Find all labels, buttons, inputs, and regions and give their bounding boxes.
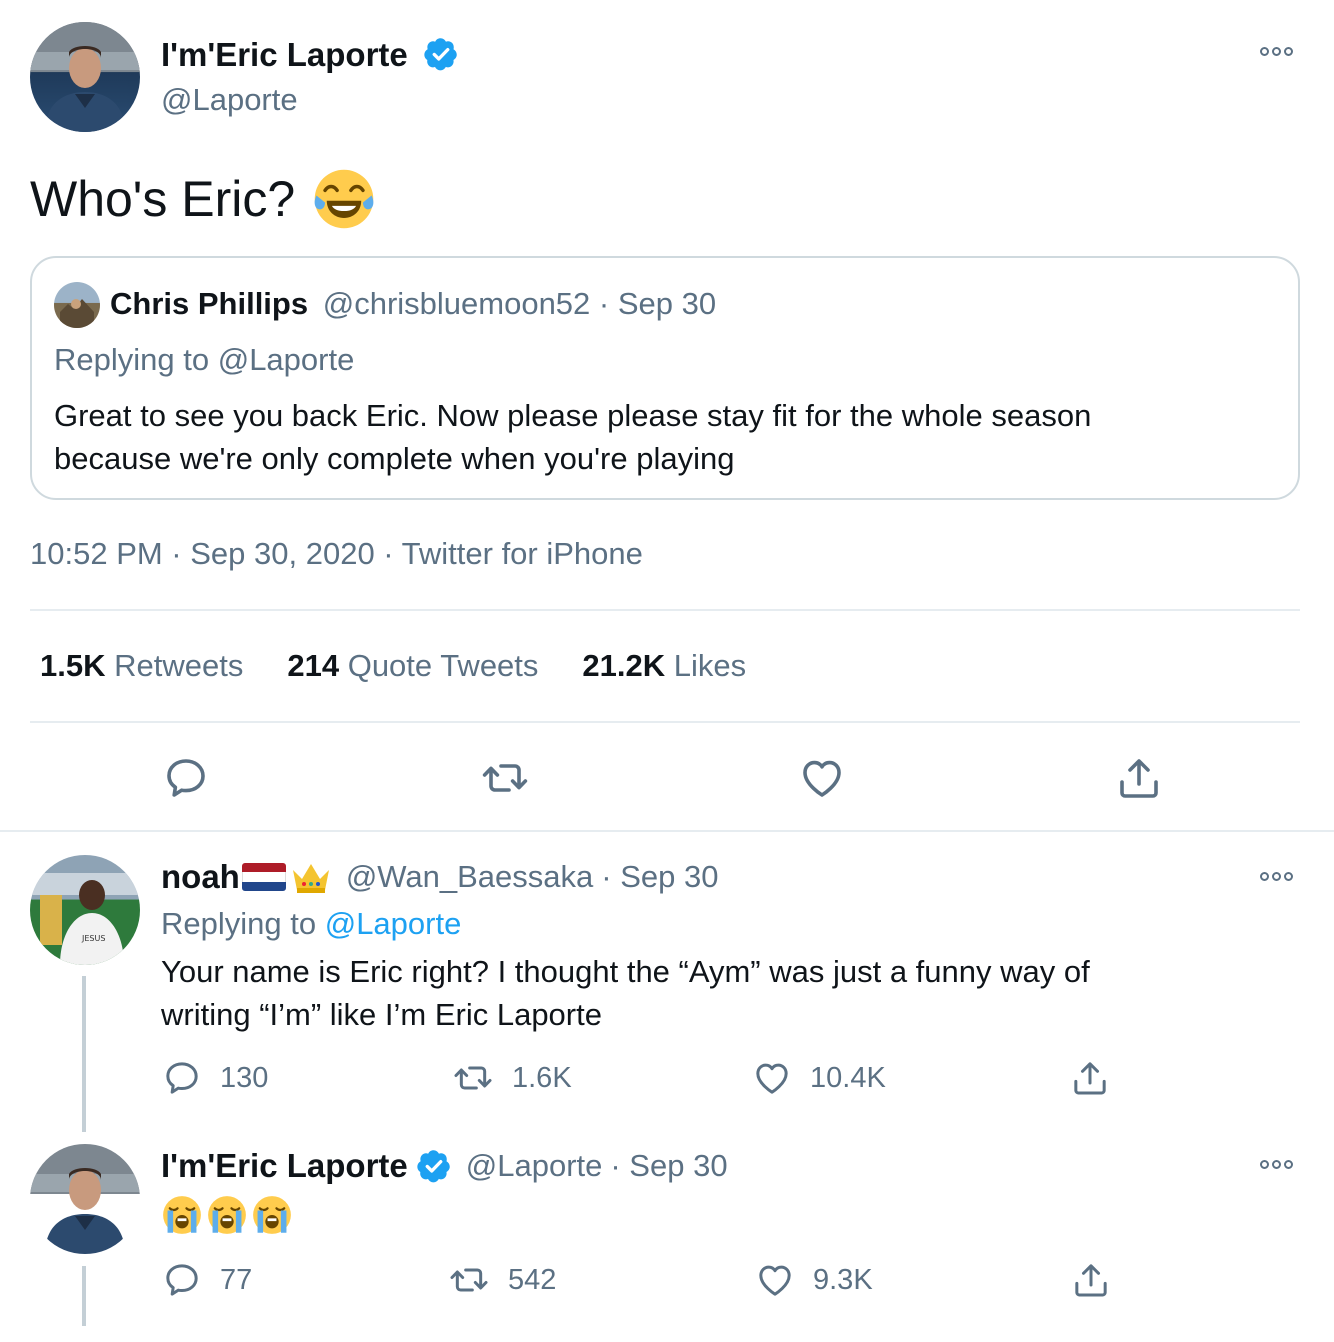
retweet-icon[interactable] [480,754,530,807]
author-avatar[interactable] [30,1144,140,1254]
quoted-header: Chris Phillips @chrisbluemoon52 · Sep 30 [110,286,716,322]
retweet-count: 542 [508,1263,557,1296]
quote-tweets-stat[interactable]: 214 Quote Tweets [287,648,538,684]
likes-label: Likes [673,648,747,683]
quoted-handle[interactable]: @chrisbluemoon52 [323,286,591,321]
share-icon[interactable] [1115,754,1163,807]
like-icon [752,1058,792,1098]
quoted-replying-to: Replying to @Laporte [54,342,354,378]
author-avatar[interactable] [30,22,140,132]
more-options-icon[interactable] [1260,872,1293,881]
retweet-button[interactable]: 1.6K [452,1058,572,1098]
quote-tweets-count: 214 [287,648,340,683]
author-reply-date[interactable]: · Sep 30 [610,1148,727,1184]
face-with-tears-of-joy-icon [313,168,375,230]
reply-display-name[interactable]: noah [161,858,240,896]
replying-to-handle: @Laporte [217,342,355,377]
share-button[interactable] [1071,1260,1111,1300]
like-count: 10.4K [810,1061,886,1094]
thread-line [82,976,86,1132]
quoted-text-line: Great to see you back Eric. Now please p… [54,398,1092,433]
avatar-photo [30,22,140,132]
quoted-text-line: because we're only complete when you're … [54,441,735,476]
author-handle[interactable]: @Laporte [466,1148,603,1184]
quoted-tweet-card[interactable]: Chris Phillips @chrisbluemoon52 · Sep 30… [30,256,1300,500]
retweet-count: 1.6K [512,1061,572,1094]
loudly-crying-face-icon [206,1195,248,1235]
retweet-icon [448,1260,490,1300]
author-display-name[interactable]: I'm'Eric Laporte [161,1147,408,1185]
reply-text: Your name is Eric right? I thought the “… [161,950,1090,1036]
author-handle[interactable]: @Laporte [161,82,298,118]
section-divider [0,830,1334,832]
tweet-text-content: Who's Eric? [30,171,296,227]
author-reply-text [161,1195,293,1235]
reply-icon [162,1058,202,1098]
retweets-label: Retweets [114,648,244,683]
reply-header: noah @Wan_Baessaka · Sep 30 [161,858,718,896]
replying-to-prefix: Replying to [161,906,317,941]
quoted-display-name[interactable]: Chris Phillips [110,286,308,321]
like-button[interactable]: 10.4K [752,1058,886,1098]
reply-author-avatar[interactable]: JESUS [30,855,140,965]
author-name-row[interactable]: I'm'Eric Laporte [161,36,459,74]
share-icon [1070,1058,1110,1098]
more-options-icon[interactable] [1260,47,1293,56]
quoted-text: Great to see you back Eric. Now please p… [54,394,1091,480]
like-button[interactable]: 9.3K [755,1260,873,1300]
divider [30,609,1300,611]
reply-button[interactable]: 130 [162,1058,268,1098]
loudly-crying-face-icon [161,1195,203,1235]
divider [30,721,1300,723]
svg-text:JESUS: JESUS [81,934,105,943]
replying-to-handle-link[interactable]: @Laporte [325,906,462,941]
reply-replying-to: Replying to @Laporte [161,906,461,942]
reply-button[interactable]: 77 [162,1260,252,1300]
reply-count: 130 [220,1061,269,1094]
crown-icon [292,864,329,893]
author-display-name[interactable]: I'm'Eric Laporte [161,36,408,73]
thread-line [82,1266,86,1326]
reply-text-line: writing “I’m” like I’m Eric Laporte [161,997,602,1032]
replying-to-prefix: Replying to [54,342,210,377]
tweet-text: Who's Eric? [30,168,375,230]
share-icon [1071,1260,1111,1300]
avatar-photo: JESUS [30,873,140,965]
share-button[interactable] [1070,1058,1110,1098]
reply-date[interactable]: · Sep 30 [601,859,718,895]
quoted-date[interactable]: · Sep 30 [599,286,716,321]
retweet-icon [452,1058,494,1098]
reply-count: 77 [220,1263,253,1296]
netherlands-flag-icon [241,863,286,891]
verified-badge-icon [416,1148,452,1184]
likes-count: 21.2K [582,648,666,683]
retweets-stat[interactable]: 1.5K Retweets [40,648,243,684]
retweet-button[interactable]: 542 [448,1260,556,1300]
tweet-timestamp[interactable]: 10:52 PM · Sep 30, 2020 · Twitter for iP… [30,536,643,572]
author-reply-header: I'm'Eric Laporte @Laporte · Sep 30 [161,1147,728,1185]
reply-icon[interactable] [162,754,210,807]
avatar-photo [60,299,94,328]
like-icon [755,1260,795,1300]
like-icon[interactable] [798,754,846,807]
reply-text-line: Your name is Eric right? I thought the “… [161,954,1090,989]
like-count: 9.3K [813,1263,873,1296]
tweet-stats: 1.5K Retweets 214 Quote Tweets 21.2K Lik… [40,648,746,684]
reply-icon [162,1260,202,1300]
quote-tweets-label: Quote Tweets [347,648,539,683]
retweets-count: 1.5K [40,648,106,683]
quoted-author-avatar[interactable] [54,282,100,328]
verified-badge-icon [423,36,459,72]
loudly-crying-face-icon [251,1195,293,1235]
avatar-photo [30,1144,140,1254]
more-options-icon[interactable] [1260,1160,1293,1169]
reply-handle[interactable]: @Wan_Baessaka [346,859,593,895]
likes-stat[interactable]: 21.2K Likes [582,648,746,684]
